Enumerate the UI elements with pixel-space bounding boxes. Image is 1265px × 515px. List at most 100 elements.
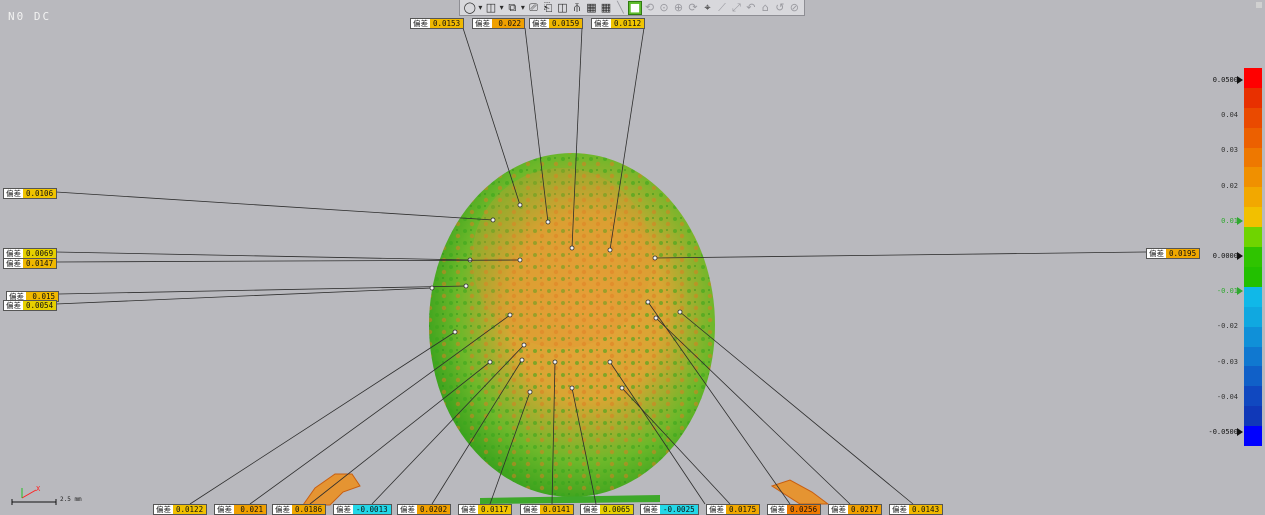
deviation-label[interactable]: 偏差 0.0106	[3, 188, 58, 199]
deviation-value: 0.0202	[417, 505, 451, 514]
leader-line	[55, 251, 471, 261]
legend-threshold-arrow[interactable]	[1237, 216, 1243, 225]
probe-icon[interactable]: ⌖	[701, 1, 714, 15]
hud-text: N0 DC	[8, 10, 52, 23]
legend-tick-label: 0.0000	[1212, 252, 1238, 260]
undo-icon[interactable]: ↶	[744, 1, 757, 15]
legend-threshold-arrow[interactable]	[1237, 76, 1243, 84]
line-tool-icon[interactable]: ╲	[614, 1, 627, 15]
legend-tick-label: -0.0500	[1208, 428, 1238, 436]
view-cube-icon[interactable]: ◫	[484, 1, 497, 15]
front-view-icon[interactable]: ⎚	[527, 1, 540, 15]
deviation-key: 偏差	[592, 19, 611, 28]
probe-point	[507, 312, 513, 318]
shade-icon[interactable]: ⧉	[506, 1, 519, 15]
rotate-icon[interactable]: ⟲	[643, 1, 656, 15]
deviation-value: 0.021	[234, 505, 266, 514]
legend-swatch	[1244, 147, 1262, 168]
deviation-value: 0.0153	[430, 19, 464, 28]
deviation-value: -0.0013	[353, 505, 391, 514]
probe-point	[487, 359, 493, 365]
legend-swatch	[1244, 68, 1262, 88]
legend-threshold-arrow[interactable]	[1237, 252, 1243, 260]
deviation-label[interactable]: 偏差 0.0256	[767, 504, 822, 515]
deviation-key: 偏差	[4, 259, 23, 268]
deviation-value: 0.0147	[23, 259, 57, 268]
legend-swatch	[1244, 227, 1262, 248]
pan-icon[interactable]: ⊕	[672, 1, 685, 15]
align-icon[interactable]: ⫚	[570, 1, 583, 15]
deviation-label[interactable]: 偏差 -0.0025	[640, 504, 699, 515]
deviation-value: 0.0112	[611, 19, 645, 28]
deviation-label[interactable]: 偏差 0.0054	[3, 300, 58, 311]
section-icon[interactable]: ⟋	[715, 1, 728, 15]
deviation-value: 0.0175	[726, 505, 760, 514]
probe-point	[527, 389, 533, 395]
side-view-icon[interactable]: ⎗	[541, 1, 554, 15]
probe-point	[607, 359, 613, 365]
grid-table-icon[interactable]: ▦	[585, 1, 598, 15]
probe-point	[545, 219, 551, 225]
deviation-label[interactable]: 偏差 0.0065	[580, 504, 635, 515]
deviation-label[interactable]: 偏差 0.0195	[1146, 248, 1201, 259]
legend-threshold-arrow[interactable]	[1237, 428, 1243, 436]
dropdown-3-icon[interactable]: ▾	[520, 1, 526, 15]
legend-threshold-arrow[interactable]	[1237, 287, 1243, 296]
deviation-key: 偏差	[154, 505, 173, 514]
split-view-icon[interactable]: ◫	[556, 1, 569, 15]
deviation-label[interactable]: 偏差 0.022	[472, 18, 525, 29]
home-icon[interactable]: ⌂	[759, 1, 772, 15]
deviation-label[interactable]: 偏差 0.0159	[529, 18, 584, 29]
deviation-label[interactable]: 偏差 0.0153	[410, 18, 465, 29]
color-legend[interactable]: 0.0500 0.04 0.03 0.02 0.01 0.0000 -0.01 -0.02 -0…	[1200, 66, 1265, 450]
leader-line	[58, 285, 467, 295]
fit-icon[interactable]: ⤢	[730, 1, 743, 15]
help-icon[interactable]: ⊘	[788, 1, 801, 15]
probe-point	[519, 357, 525, 363]
scale-bar-label: 2.5 mm	[60, 496, 82, 503]
deviation-label[interactable]: 偏差 0.0147	[3, 258, 58, 269]
deviation-label[interactable]: 偏差 0.0202	[397, 504, 452, 515]
legend-swatch	[1244, 167, 1262, 188]
deviation-value: 0.0143	[909, 505, 943, 514]
deviation-key: 偏差	[4, 249, 23, 258]
leader-line	[654, 251, 1147, 259]
legend-swatch	[1244, 187, 1262, 208]
probe-point	[645, 299, 651, 305]
measure-icon[interactable]: ⟳	[686, 1, 699, 15]
3d-viewport[interactable]: X	[0, 0, 1265, 514]
legend-swatch	[1244, 286, 1262, 307]
deviation-label[interactable]: 偏差 0.0143	[889, 504, 944, 515]
deviation-label[interactable]: 偏差 0.0141	[520, 504, 575, 515]
deviation-label[interactable]: 偏差 0.0217	[828, 504, 883, 515]
deviation-label[interactable]: 偏差 -0.0013	[333, 504, 392, 515]
reset-icon[interactable]: ↺	[773, 1, 786, 15]
dropdown-2-icon[interactable]: ▾	[499, 1, 505, 15]
grid-table-2-icon[interactable]: ▦	[599, 1, 612, 15]
probe-point	[677, 309, 683, 315]
deviation-label[interactable]: 偏差 0.0117	[458, 504, 513, 515]
deviation-key: 偏差	[473, 19, 492, 28]
legend-tick-label: 0.02	[1221, 181, 1238, 190]
probe-point	[521, 342, 527, 348]
dropdown-1-icon[interactable]: ▾	[477, 1, 483, 15]
base-fragment-right	[770, 479, 830, 505]
probe-point	[619, 385, 625, 391]
egg-point-cloud[interactable]	[429, 153, 715, 497]
deviation-label[interactable]: 偏差 0.0112	[591, 18, 646, 29]
legend-swatch	[1244, 346, 1262, 367]
deviation-value: 0.0054	[23, 301, 57, 310]
deviation-key: 偏差	[521, 505, 540, 514]
deviation-value: 0.0117	[478, 505, 512, 514]
deviation-value: 0.0159	[549, 19, 583, 28]
deviation-key: 偏差	[411, 19, 430, 28]
deviation-label[interactable]: 偏差 0.0175	[706, 504, 761, 515]
probe-point	[429, 285, 435, 291]
view-sphere-icon[interactable]: ◯	[463, 1, 476, 15]
deviation-label[interactable]: 偏差 0.021	[214, 504, 267, 515]
color-map-icon[interactable]: ■	[628, 0, 642, 15]
deviation-label[interactable]: 偏差 0.0186	[272, 504, 327, 515]
deviation-value: 0.0069	[23, 249, 57, 258]
zoom-icon[interactable]: ⊙	[657, 1, 670, 15]
deviation-label[interactable]: 偏差 0.0122	[153, 504, 208, 515]
